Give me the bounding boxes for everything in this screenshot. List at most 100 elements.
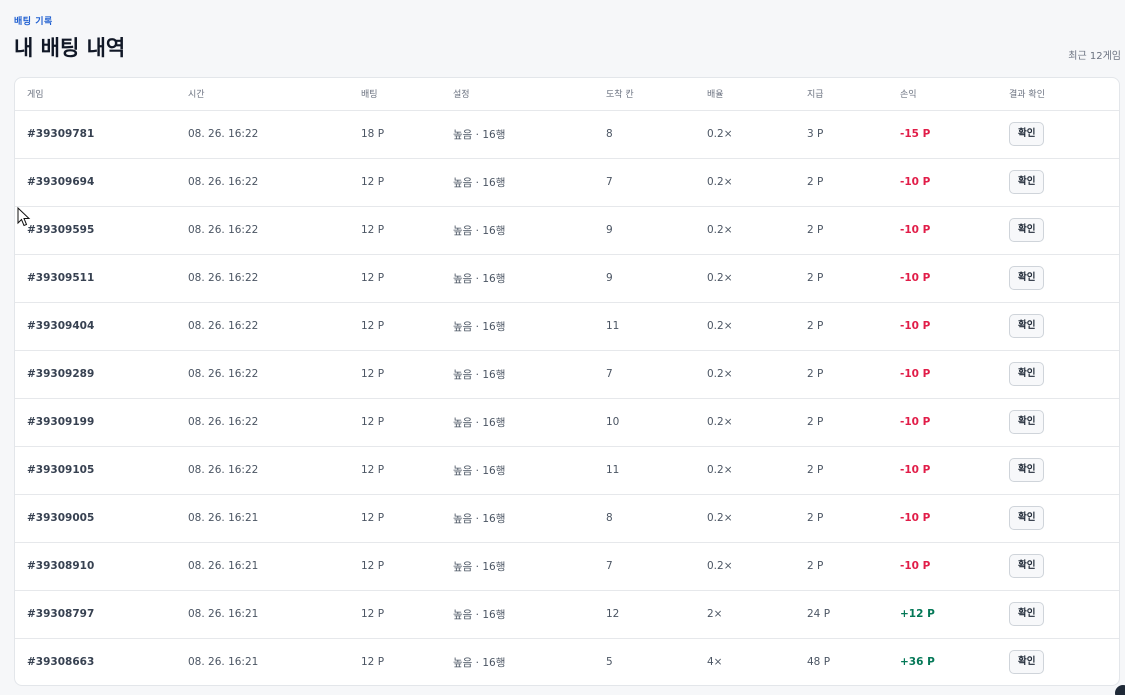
result-check-button[interactable]: 확인 [1009,602,1045,626]
result-action-cell: 확인 [997,494,1119,542]
bet-cell: 12 P [361,464,385,476]
result-action-cell: 확인 [997,398,1119,446]
setting-cell: 높음 · 16행 [453,656,506,669]
table-row: #39309005 08. 26. 16:21 12 P 높음 · 16행 8 0.2× 2… [15,494,1119,542]
slot-cell: 8 [606,128,613,140]
multiplier-cell: 0.2× [707,176,733,188]
result-check-button[interactable]: 확인 [1009,506,1045,530]
game-id-cell: #39309511 [27,272,95,284]
result-check-button[interactable]: 확인 [1009,458,1045,482]
result-check-button[interactable]: 확인 [1009,410,1045,434]
bet-cell: 12 P [361,560,385,572]
table-row: #39309105 08. 26. 16:22 12 P 높음 · 16행 11 0.2×… [15,446,1119,494]
setting-cell: 높음 · 16행 [453,464,506,477]
result-check-button[interactable]: 확인 [1009,554,1045,578]
table-row: #39309404 08. 26. 16:22 12 P 높음 · 16행 11 0.2×… [15,302,1119,350]
result-check-button[interactable]: 확인 [1009,122,1045,146]
table-row: #39309694 08. 26. 16:22 12 P 높음 · 16행 7 0.2× 2… [15,158,1119,206]
game-id-cell: #39309404 [27,320,95,332]
time-cell: 08. 26. 16:22 [188,128,259,140]
payout-cell: 48 P [807,656,831,669]
bet-cell: 12 P [361,608,385,620]
corner-widget-icon[interactable] [1115,685,1125,695]
multiplier-cell: 0.2× [707,128,733,140]
slot-cell: 7 [606,560,613,572]
game-id-cell: #39309694 [27,176,95,188]
time-cell: 08. 26. 16:22 [188,176,259,188]
result-check-button[interactable]: 확인 [1009,266,1045,290]
table-row: #39309781 08. 26. 16:22 18 P 높음 · 16행 8 0.2× 3… [15,110,1119,158]
multiplier-cell: 0.2× [707,512,733,524]
game-id-cell: #39309595 [27,224,95,236]
multiplier-cell: 0.2× [707,464,733,476]
column-header-profit: 손익 [888,78,997,111]
bet-cell: 12 P [361,272,385,284]
result-action-cell: 확인 [997,158,1119,206]
profit-cell: -10 P [900,368,931,380]
result-check-button[interactable]: 확인 [1009,362,1045,386]
slot-cell: 11 [606,320,620,332]
bet-cell: 12 P [361,176,385,188]
table-row: #39309595 08. 26. 16:22 12 P 높음 · 16행 9 0.2× 2… [15,206,1119,254]
payout-cell: 2 P [807,176,824,188]
multiplier-cell: 0.2× [707,272,733,284]
profit-cell: +36 P [900,656,935,669]
bet-cell: 12 P [361,416,385,428]
profit-cell: -10 P [900,464,931,476]
setting-cell: 높음 · 16행 [453,320,506,333]
multiplier-cell: 2× [707,608,723,620]
slot-cell: 10 [606,416,620,428]
setting-cell: 높음 · 16행 [453,128,506,141]
column-header-setting: 설정 [441,78,594,111]
result-action-cell: 확인 [997,542,1119,590]
column-header-payout: 지급 [795,78,888,111]
slot-cell: 11 [606,464,620,476]
result-action-cell: 확인 [997,350,1119,398]
profit-cell: -10 P [900,560,931,572]
game-id-cell: #39308910 [27,560,95,572]
payout-cell: 2 P [807,224,824,236]
setting-cell: 높음 · 16행 [453,224,506,237]
game-id-cell: #39309781 [27,128,95,140]
setting-cell: 높음 · 16행 [453,512,506,525]
payout-cell: 3 P [807,128,824,140]
result-check-button[interactable]: 확인 [1009,650,1045,675]
time-cell: 08. 26. 16:22 [188,224,259,236]
game-id-cell: #39309005 [27,512,95,524]
result-check-button[interactable]: 확인 [1009,218,1045,242]
time-cell: 08. 26. 16:22 [188,416,259,428]
time-cell: 08. 26. 16:22 [188,464,259,476]
payout-cell: 2 P [807,512,824,524]
result-action-cell: 확인 [997,302,1119,350]
table-row: #39308663 08. 26. 16:21 12 P 높음 · 16행 5 4× 48 … [15,638,1119,685]
game-id-cell: #39309289 [27,368,95,380]
bet-history-card: 게임 시간 배팅 설정 도착 칸 배율 지급 손익 결과 확인 #3930978… [14,77,1120,686]
bet-cell: 12 P [361,368,385,380]
slot-cell: 7 [606,368,613,380]
slot-cell: 9 [606,272,613,284]
column-header-game: 게임 [15,78,176,111]
result-check-button[interactable]: 확인 [1009,170,1045,194]
payout-cell: 2 P [807,320,824,332]
profit-cell: -10 P [900,512,931,524]
slot-cell: 8 [606,512,613,524]
game-id-cell: #39309105 [27,464,95,476]
table-row: #39309511 08. 26. 16:22 12 P 높음 · 16행 9 0.2× 2… [15,254,1119,302]
slot-cell: 7 [606,176,613,188]
result-check-button[interactable]: 확인 [1009,314,1045,338]
time-cell: 08. 26. 16:22 [188,320,259,332]
time-cell: 08. 26. 16:22 [188,272,259,284]
payout-cell: 2 P [807,368,824,380]
section-eyebrow: 배팅 기록 [14,17,53,27]
slot-cell: 5 [606,656,613,669]
column-header-result: 결과 확인 [997,78,1119,111]
multiplier-cell: 0.2× [707,560,733,572]
table-row: #39308910 08. 26. 16:21 12 P 높음 · 16행 7 0.2× 2… [15,542,1119,590]
payout-cell: 2 P [807,416,824,428]
slot-cell: 12 [606,608,620,620]
result-action-cell: 확인 [997,446,1119,494]
multiplier-cell: 0.2× [707,224,733,236]
game-id-cell: #39309199 [27,416,95,428]
profit-cell: -10 P [900,416,931,428]
game-id-cell: #39308797 [27,608,95,620]
